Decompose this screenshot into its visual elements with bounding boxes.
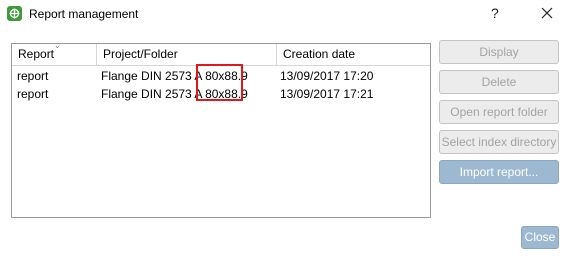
column-header-label: Project/Folder: [103, 47, 178, 61]
cell-report: report: [17, 87, 49, 101]
report-icon: [7, 6, 22, 21]
table-row[interactable]: report Flange DIN 2573 A 80x88.9 13/09/2…: [12, 86, 430, 103]
sort-indicator-icon: ⌄: [54, 41, 61, 50]
column-header-creation-date[interactable]: Creation date: [277, 44, 430, 65]
help-button[interactable]: ?: [491, 5, 499, 21]
table-row[interactable]: report Flange DIN 2573 A 80x88.9 13/09/2…: [12, 68, 430, 85]
column-header-label: Creation date: [283, 47, 356, 61]
window-close-button[interactable]: [537, 3, 557, 23]
cell-report: report: [17, 69, 49, 83]
select-index-directory-button[interactable]: Select index directory: [439, 130, 559, 154]
open-report-folder-button[interactable]: Open report folder: [439, 100, 559, 124]
import-report-button[interactable]: Import report...: [439, 160, 559, 184]
cell-date: 13/09/2017 17:21: [280, 87, 374, 101]
delete-button[interactable]: Delete: [439, 70, 559, 94]
cell-date: 13/09/2017 17:20: [280, 69, 374, 83]
column-header-project[interactable]: Project/Folder: [97, 44, 277, 65]
window-title: Report management: [29, 7, 139, 21]
display-button[interactable]: Display: [439, 40, 559, 64]
column-header-label: Report: [18, 47, 55, 61]
column-header-report[interactable]: ⌄ Report: [12, 41, 97, 65]
cell-project: Flange DIN 2573 A 80x88.9: [101, 69, 248, 83]
cell-project: Flange DIN 2573 A 80x88.9: [101, 87, 248, 101]
reports-table: ⌄ Report Project/Folder Creation date re…: [11, 41, 431, 218]
close-icon: [541, 7, 553, 19]
close-button[interactable]: Close: [521, 226, 559, 249]
title-bar: Report management ?: [0, 0, 569, 28]
table-header: ⌄ Report Project/Folder Creation date: [12, 41, 430, 66]
